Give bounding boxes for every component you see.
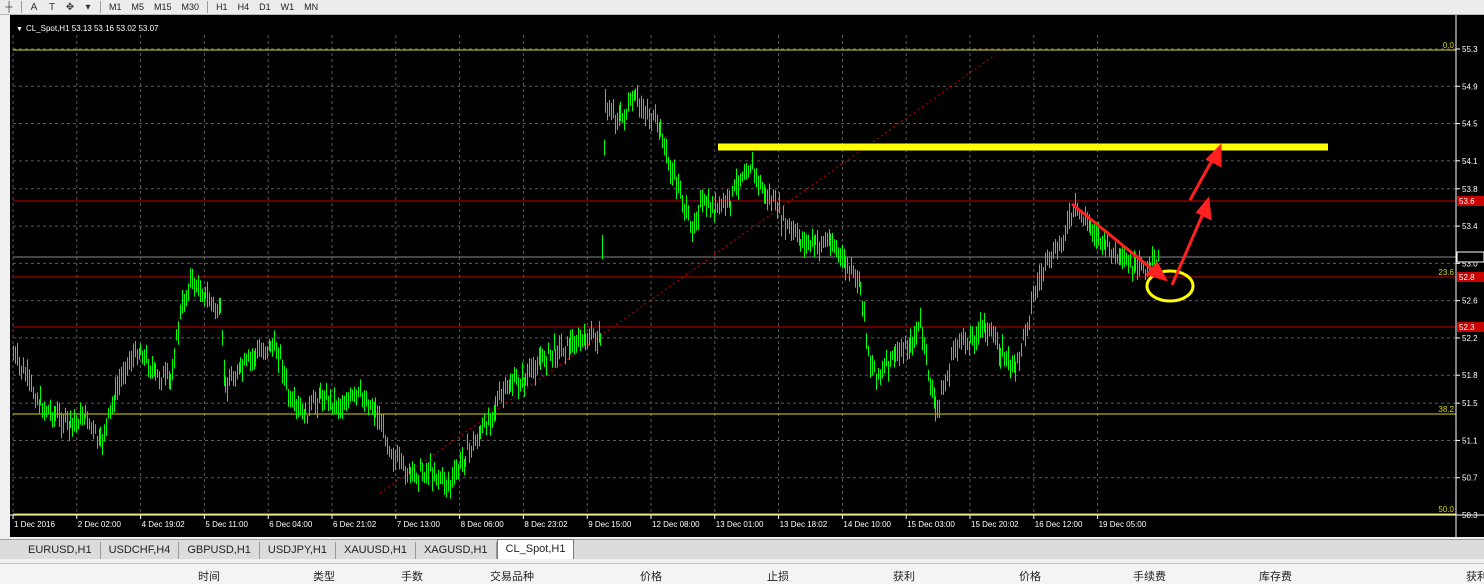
- timeframe-m15-button[interactable]: M15: [149, 0, 177, 15]
- terminal-header: 时间 类型 手数 交易品种 价格 止损 获利 价格 手续费 库存费 获利: [0, 563, 1484, 584]
- chart-title-text: CL_Spot,H1 53.13 53.16 53.02 53.07: [25, 24, 159, 33]
- tab-usdchf[interactable]: USDCHF,H4: [101, 542, 180, 559]
- chart-canvas[interactable]: 0.0 23.6 38.2 50.0 55.3 54.9 54.5 54.1 53.8 53.4…: [10, 15, 1484, 537]
- toolbar-separator: [207, 1, 209, 13]
- timeframe-m5-button[interactable]: M5: [127, 0, 150, 15]
- fib-level-50-label: 50.0: [1438, 505, 1454, 514]
- dropdown-arrow-icon[interactable]: ▾: [79, 0, 97, 14]
- timeframe-mn-button[interactable]: MN: [299, 0, 323, 15]
- tab-gbpusd[interactable]: GBPUSD,H1: [179, 542, 260, 559]
- timeframe-m30-button[interactable]: M30: [177, 0, 205, 15]
- time-label: 8 Dec 06:00: [461, 520, 505, 529]
- column-lots[interactable]: 手数: [401, 568, 423, 584]
- symbol-tabs: EURUSD,H1 USDCHF,H4 GBPUSD,H1 USDJPY,H1 …: [0, 539, 1484, 559]
- horizontal-levels: 0.0 23.6 38.2 50.0: [13, 41, 1456, 515]
- tab-eurusd[interactable]: EURUSD,H1: [20, 542, 101, 559]
- time-label: 15 Dec 03:00: [907, 520, 955, 529]
- time-label: 13 Dec 18:02: [780, 520, 828, 529]
- tab-cl-spot[interactable]: CL_Spot,H1: [496, 539, 575, 559]
- column-stop-loss[interactable]: 止损: [767, 568, 789, 584]
- timeframe-m1-button[interactable]: M1: [104, 0, 127, 15]
- red-arrow-up-1: [1170, 208, 1207, 286]
- price-label: 54.5: [1462, 120, 1478, 129]
- chart-toolbar: ┼ A T ✥ ▾ M1 M5 M15 M30 H1 H4 D1 W1 MN: [0, 0, 1484, 15]
- column-profit[interactable]: 获利: [1466, 568, 1484, 584]
- chart-title: ▼ CL_Spot,H1 53.13 53.16 53.02 53.07: [16, 24, 159, 33]
- time-label: 19 Dec 05:00: [1099, 520, 1147, 529]
- time-label: 8 Dec 23:02: [524, 520, 568, 529]
- price-label: 52.6: [1462, 297, 1478, 306]
- time-label: 12 Dec 08:00: [652, 520, 700, 529]
- time-label: 4 Dec 19:02: [142, 520, 186, 529]
- timeframe-h4-button[interactable]: H4: [233, 0, 255, 15]
- text-icon[interactable]: A: [25, 0, 43, 14]
- time-label: 16 Dec 12:00: [1035, 520, 1083, 529]
- price-label: 52.2: [1462, 334, 1478, 343]
- dotted-trendline: [379, 54, 996, 494]
- time-label: 9 Dec 15:00: [588, 520, 632, 529]
- price-label: 53.4: [1462, 222, 1478, 231]
- current-price-marker: [1456, 251, 1484, 263]
- column-take-profit[interactable]: 获利: [893, 568, 915, 584]
- time-label: 2 Dec 02:00: [78, 520, 122, 529]
- red-level-label: 52.3: [1459, 323, 1475, 332]
- collapse-triangle-icon[interactable]: ▼: [16, 26, 23, 33]
- time-label: 6 Dec 04:00: [269, 520, 313, 529]
- column-price[interactable]: 价格: [640, 568, 662, 584]
- time-label: 6 Dec 21:02: [333, 520, 377, 529]
- price-label: 51.5: [1462, 399, 1478, 408]
- fib-level-0-label: 0.0: [1443, 41, 1455, 50]
- red-arrows: [1071, 143, 1222, 286]
- arrows-icon[interactable]: ✥: [61, 0, 79, 14]
- red-level-label: 52.8: [1459, 273, 1475, 282]
- fib-level-38-2-label: 38.2: [1438, 405, 1454, 414]
- timeframe-h1-button[interactable]: H1: [211, 0, 233, 15]
- tab-xagusd[interactable]: XAGUSD,H1: [416, 542, 497, 559]
- tab-xauusd[interactable]: XAUUSD,H1: [336, 542, 416, 559]
- column-commission[interactable]: 手续费: [1133, 568, 1166, 584]
- time-label: 13 Dec 01:00: [716, 520, 764, 529]
- chart-grid: [12, 35, 1456, 516]
- time-label: 5 Dec 11:00: [205, 520, 248, 529]
- price-label: 54.9: [1462, 82, 1478, 91]
- column-type[interactable]: 类型: [313, 568, 335, 584]
- time-label: 14 Dec 10:00: [843, 520, 891, 529]
- column-swap[interactable]: 库存费: [1259, 568, 1292, 584]
- price-label: 55.3: [1462, 45, 1478, 54]
- tab-usdjpy[interactable]: USDJPY,H1: [260, 542, 336, 559]
- column-symbol[interactable]: 交易品种: [490, 568, 534, 584]
- timeframe-w1-button[interactable]: W1: [276, 0, 300, 15]
- price-chart[interactable]: 0.0 23.6 38.2 50.0 55.3 54.9 54.5 54.1 53.8 53.4…: [10, 15, 1484, 537]
- time-label: 15 Dec 20:02: [971, 520, 1019, 529]
- price-label: 53.8: [1462, 185, 1478, 194]
- price-axis: 55.354.954.554.153.853.453.052.652.251.8…: [1455, 15, 1484, 537]
- column-price-current[interactable]: 价格: [1019, 568, 1041, 584]
- text-label-icon[interactable]: T: [43, 0, 61, 14]
- time-label: 7 Dec 13:00: [397, 520, 441, 529]
- column-time[interactable]: 时间: [198, 568, 220, 584]
- price-label: 51.1: [1462, 436, 1478, 445]
- toolbar-separator: [21, 1, 22, 13]
- red-arrow-up-1-head: [1195, 196, 1212, 221]
- red-level-label: 53.6: [1459, 197, 1475, 206]
- time-axis: 1 Dec 2016 2 Dec 02:00 4 Dec 19:02 5 Dec 11…: [10, 514, 1484, 529]
- time-label: 1 Dec 2016: [14, 520, 55, 529]
- price-label: 54.1: [1462, 157, 1478, 166]
- annotations: [718, 143, 1328, 303]
- crosshair-icon[interactable]: ┼: [0, 0, 18, 14]
- price-label: 51.8: [1462, 371, 1478, 380]
- timeframe-d1-button[interactable]: D1: [254, 0, 276, 15]
- fib-level-23-6-label: 23.6: [1438, 268, 1454, 277]
- price-label: 50.7: [1462, 474, 1478, 483]
- toolbar-separator: [100, 1, 101, 13]
